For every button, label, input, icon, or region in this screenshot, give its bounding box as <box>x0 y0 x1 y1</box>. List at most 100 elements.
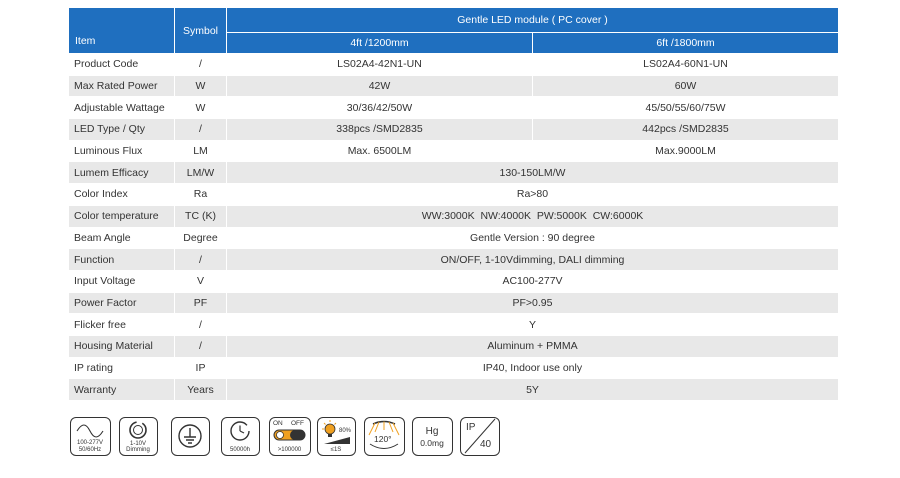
row-symbol: Years <box>174 378 227 401</box>
row-item: Adjustable Wattage <box>68 96 175 120</box>
row-value: WW:3000K NW:4000K PW:5000K CW:6000K <box>226 204 839 228</box>
header-product-group: Gentle LED module ( PC cover ) <box>226 7 839 33</box>
row-item: Product Code <box>68 53 175 76</box>
table-row: Color temperature TC (K) WW:3000K NW:400… <box>68 204 839 228</box>
row-value: IP40, Indoor use only <box>226 356 839 380</box>
row-item: Lumem Efficacy <box>68 161 175 185</box>
row-symbol: / <box>174 53 227 76</box>
row-value: 5Y <box>226 378 839 401</box>
row-symbol: W <box>174 96 227 120</box>
table-row: Color Index Ra Ra>80 <box>68 183 839 206</box>
switch-off-label: OFF <box>291 420 304 427</box>
row-symbol: TC (K) <box>174 204 227 228</box>
row-symbol: V <box>174 269 227 293</box>
row-value-4ft: 338pcs /SMD2835 <box>226 118 533 141</box>
row-item: Color temperature <box>68 204 175 228</box>
sine-wave-icon <box>76 424 104 438</box>
mercury-amount-label: 0.0mg <box>420 438 444 448</box>
ip-prefix-label: IP <box>466 422 476 433</box>
row-value-6ft: LS02A4-60N1-UN <box>532 53 839 76</box>
table-row: Housing Material / Aluminum + PMMA <box>68 334 839 358</box>
table-row: Lumem Efficacy LM/W 130-150LM/W <box>68 161 839 185</box>
row-item: Beam Angle <box>68 226 175 250</box>
row-symbol: / <box>174 313 227 336</box>
spec-table: Item Symbol Gentle LED module ( PC cover… <box>68 7 839 401</box>
table-row: Product Code / LS02A4-42N1-UN LS02A4-60N… <box>68 53 839 76</box>
ground-protection-icon <box>171 417 210 456</box>
header-variant-6ft: 6ft /1800mm <box>532 32 839 54</box>
ip-code-label: 40 <box>480 439 492 450</box>
mercury-symbol-label: Hg <box>425 426 439 437</box>
lifetime-icon: 50000h <box>221 417 260 456</box>
row-value-6ft: 45/50/55/60/75W <box>532 96 839 120</box>
row-item: Flicker free <box>68 313 175 336</box>
row-symbol: / <box>174 248 227 271</box>
table-row: Max Rated Power W 42W 60W <box>68 74 839 98</box>
row-symbol: W <box>174 74 227 98</box>
frequency-label: 50/60Hz <box>78 447 102 453</box>
row-item: Warranty <box>68 378 175 401</box>
header-item: Item <box>68 7 175 54</box>
row-item: LED Type / Qty <box>68 118 175 141</box>
row-value: 130-150LM/W <box>226 161 839 185</box>
row-symbol: / <box>174 334 227 358</box>
row-value-4ft: 42W <box>226 74 533 98</box>
row-item: Color Index <box>68 183 175 206</box>
lifetime-label: 50000h <box>229 447 251 453</box>
row-value: Aluminum + PMMA <box>226 334 839 358</box>
table-row: Flicker free / Y <box>68 313 839 336</box>
beam-angle-label: 120° <box>374 434 392 444</box>
dimmer-knob-icon <box>129 421 147 439</box>
mercury-free-icon: Hg 0.0mg <box>412 417 453 456</box>
row-value: Y <box>226 313 839 336</box>
header-variant-4ft: 4ft /1200mm <box>226 32 533 54</box>
row-symbol: LM <box>174 139 227 163</box>
table-row: Function / ON/OFF, 1-10Vdimming, DALI di… <box>68 248 839 271</box>
table-row: LED Type / Qty / 338pcs /SMD2835 442pcs … <box>68 118 839 141</box>
switch-on-label: ON <box>273 420 283 427</box>
clock-icon <box>230 421 250 441</box>
voltage-range-label: 100-277V <box>76 440 104 446</box>
switching-count-label: >100000 <box>277 447 302 453</box>
row-value: Gentle Version : 90 degree <box>226 226 839 250</box>
dimming-label: Dimming <box>126 447 150 453</box>
row-symbol: LM/W <box>174 161 227 185</box>
row-value: ON/OFF, 1-10Vdimming, DALI dimming <box>226 248 839 271</box>
row-symbol: Ra <box>174 183 227 206</box>
table-row: Warranty Years 5Y <box>68 378 839 401</box>
row-value: AC100-277V <box>226 269 839 293</box>
row-value-4ft: LS02A4-42N1-UN <box>226 53 533 76</box>
row-value-6ft: Max.9000LM <box>532 139 839 163</box>
table-row: Adjustable Wattage W 30/36/42/50W 45/50/… <box>68 96 839 120</box>
beam-angle-icon: 120° <box>364 417 405 456</box>
table-row: Input Voltage V AC100-277V <box>68 269 839 293</box>
dimming-icon: 1-10V Dimming <box>119 417 158 456</box>
row-item: Max Rated Power <box>68 74 175 98</box>
row-item: IP rating <box>68 356 175 380</box>
row-value-4ft: 30/36/42/50W <box>226 96 533 120</box>
row-symbol: IP <box>174 356 227 380</box>
row-symbol: / <box>174 118 227 141</box>
row-symbol: PF <box>174 291 227 315</box>
ip-rating-icon: IP 40 <box>460 417 500 456</box>
row-value-6ft: 442pcs /SMD2835 <box>532 118 839 141</box>
row-value: PF>0.95 <box>226 291 839 315</box>
start-time-label: ≤1S <box>330 447 342 453</box>
row-item: Housing Material <box>68 334 175 358</box>
table-row: Luminous Flux LM Max. 6500LM Max.9000LM <box>68 139 839 163</box>
row-item: Power Factor <box>68 291 175 315</box>
row-item: Function <box>68 248 175 271</box>
table-row: IP rating IP IP40, Indoor use only <box>68 356 839 380</box>
table-row: Beam Angle Degree Gentle Version : 90 de… <box>68 226 839 250</box>
header-symbol: Symbol <box>174 7 227 54</box>
row-item: Input Voltage <box>68 269 175 293</box>
row-symbol: Degree <box>174 226 227 250</box>
brightness-percent-label: 80% <box>339 428 352 434</box>
row-value-4ft: Max. 6500LM <box>226 139 533 163</box>
earth-ground-icon <box>178 424 202 448</box>
row-value: Ra>80 <box>226 183 839 206</box>
wide-voltage-icon: 100-277V 50/60Hz <box>70 417 111 456</box>
table-row: Power Factor PF PF>0.95 <box>68 291 839 315</box>
row-value-6ft: 60W <box>532 74 839 98</box>
switching-cycles-icon: ON OFF >100000 <box>269 417 311 456</box>
